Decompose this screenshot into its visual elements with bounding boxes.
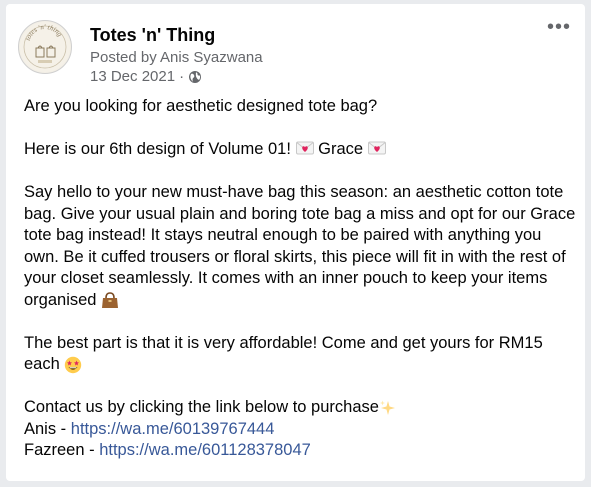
post-line-question: Are you looking for aesthetic designed t… xyxy=(24,97,378,115)
avatar[interactable]: totes 'n' thing xyxy=(18,20,72,74)
contact-text: Contact us by clicking the link below to… xyxy=(24,398,379,416)
design-text: Here is our 6th design of Volume 01! xyxy=(24,140,291,158)
pricing-text: The best part is that it is very afforda… xyxy=(24,333,543,374)
posted-by: Posted by Anis Syazwana xyxy=(90,49,263,66)
more-options-button[interactable]: ••• xyxy=(545,17,573,40)
post-contact: Contact us by clicking the link below to… xyxy=(24,397,580,462)
description-text: Say hello to your new must-have bag this… xyxy=(24,183,576,309)
whatsapp-link-anis[interactable]: https://wa.me/60139767444 xyxy=(71,420,275,438)
post-pricing: The best part is that it is very afforda… xyxy=(24,333,580,376)
contact-name-fazreen: Fazreen - xyxy=(24,441,100,459)
tote-bag-logo: totes 'n' thing xyxy=(20,22,70,72)
post-body: Are you looking for aesthetic designed t… xyxy=(24,96,580,462)
post-card: totes 'n' thing Totes 'n' Thing Posted b… xyxy=(6,4,585,481)
post-header: totes 'n' thing Totes 'n' Thing Posted b… xyxy=(18,17,573,85)
post-date-row: 13 Dec 2021 · xyxy=(90,67,263,86)
post-meta: Totes 'n' Thing Posted by Anis Syazwana … xyxy=(90,18,263,86)
post-line-design: Here is our 6th design of Volume 01! Gra… xyxy=(24,139,580,161)
star-struck-icon xyxy=(64,356,82,374)
love-letter-icon xyxy=(367,141,386,157)
contact-name-anis: Anis - xyxy=(24,419,71,438)
date-separator: · xyxy=(179,68,185,85)
love-letter-icon xyxy=(295,141,314,157)
sparkles-icon xyxy=(379,399,397,415)
page-name[interactable]: Totes 'n' Thing xyxy=(90,24,263,46)
globe-icon xyxy=(188,70,202,84)
handbag-icon xyxy=(101,291,119,308)
post-date[interactable]: 13 Dec 2021 xyxy=(90,67,175,86)
design-name: Grace xyxy=(318,140,364,158)
whatsapp-link-fazreen[interactable]: https://wa.me/601128378047 xyxy=(99,441,311,459)
post-description: Say hello to your new must-have bag this… xyxy=(24,182,580,311)
